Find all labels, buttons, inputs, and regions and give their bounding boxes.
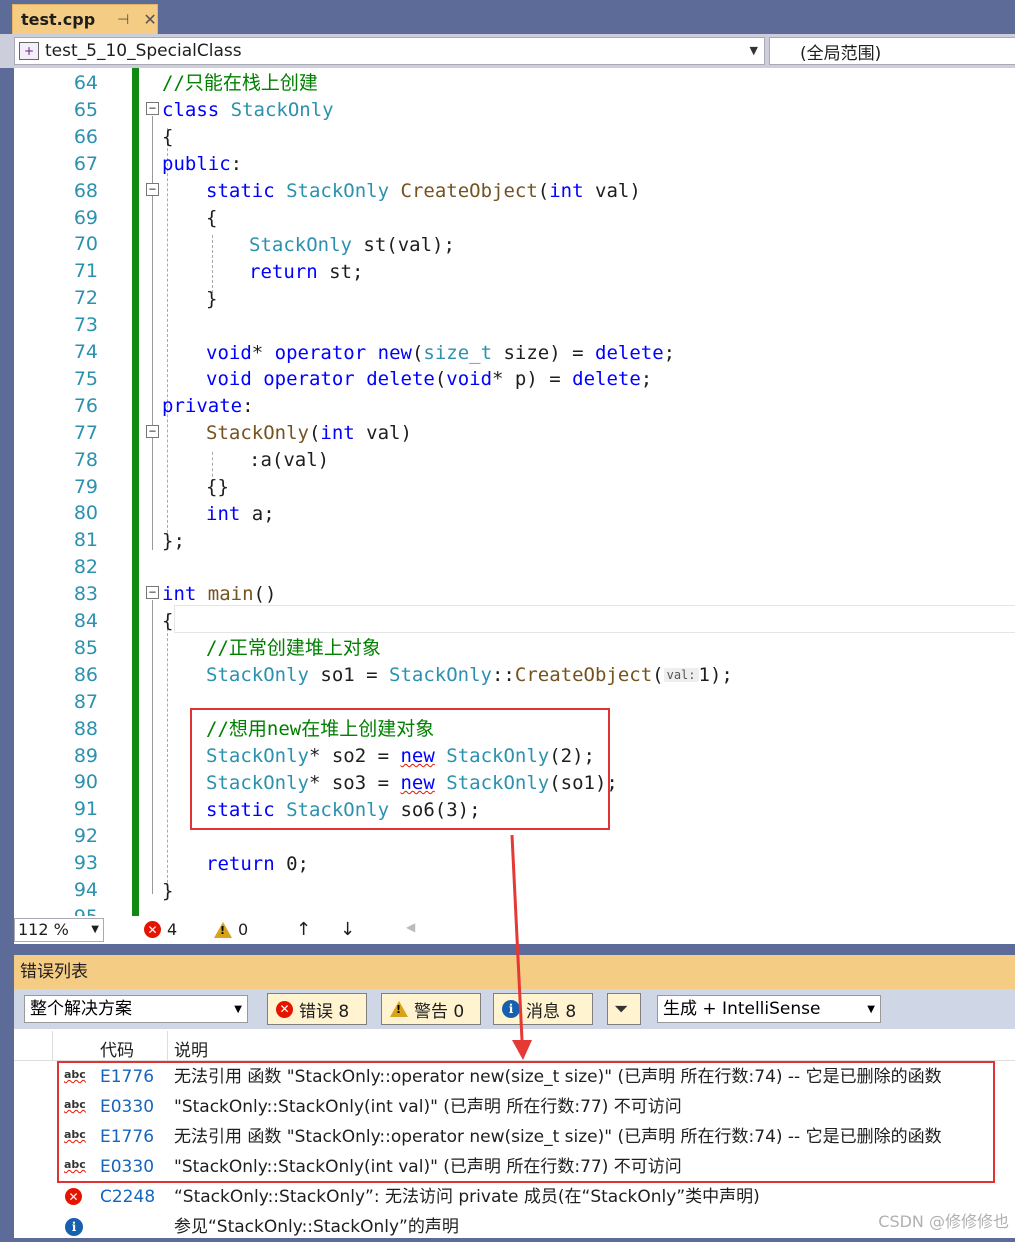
arrow-up-icon[interactable]: ↑ — [296, 919, 311, 940]
scope-dropdown[interactable]: (全局范围) — [769, 37, 1015, 65]
error-list-panel: 错误列表 整个解决方案 ▼ ✕ 错误 8 警告 0 i 消息 8 ⏷ 生成 + … — [14, 955, 1015, 1238]
filter-button[interactable]: ⏷ — [607, 993, 641, 1025]
error-icon: ✕ — [144, 921, 161, 938]
zoom-dropdown[interactable]: 112 % ▼ — [14, 918, 104, 942]
chevron-down-icon: ▼ — [749, 44, 758, 57]
code-line-79: {} — [206, 476, 229, 498]
code-line-68: static StackOnly CreateObject(int val) — [206, 180, 641, 202]
watermark: CSDN @修修修也 — [878, 1212, 1009, 1231]
code-line-85: //正常创建堆上对象 — [206, 637, 381, 659]
line-number: 73 — [73, 314, 98, 337]
code-line-81: }; — [162, 530, 185, 552]
chevron-down-icon: ▼ — [91, 924, 99, 935]
code-line-72: } — [206, 288, 218, 310]
build-source-dropdown[interactable]: 生成 + IntelliSense ▼ — [657, 995, 881, 1023]
code-line-80: int a; — [206, 503, 275, 525]
code-line-67: public: — [162, 153, 243, 175]
error-count-indicator[interactable]: ✕ 4 — [144, 920, 177, 939]
arrow-down-icon[interactable]: ↓ — [340, 919, 355, 940]
tab-filename: test.cpp — [21, 10, 96, 29]
line-number: 95 — [14, 904, 98, 916]
warning-icon — [390, 1001, 408, 1017]
error-code: C2248 — [100, 1187, 156, 1207]
code-line-75: void operator delete(void* p) = delete; — [206, 368, 653, 390]
code-line-74: void* operator new(size_t size) = delete… — [206, 342, 676, 364]
code-line-64: //只能在栈上创建 — [162, 72, 318, 94]
warning-icon — [214, 921, 232, 938]
error-count: 4 — [167, 920, 178, 939]
pin-icon[interactable]: ⊣ — [117, 12, 129, 28]
code-line-69: { — [206, 207, 218, 229]
code-line-70: StackOnly st(val); — [249, 234, 455, 256]
errors-filter-button[interactable]: ✕ 错误 8 — [267, 993, 367, 1025]
build-source-value: 生成 + IntelliSense — [663, 999, 821, 1019]
project-dropdown[interactable]: + test_5_10_SpecialClass ▼ — [14, 37, 765, 65]
column-header-description[interactable]: 说明 — [174, 1036, 208, 1061]
chevron-down-icon: ▼ — [234, 1004, 242, 1015]
code-line-84: { — [162, 610, 174, 632]
column-separator — [52, 1031, 53, 1061]
code-line-94: } — [162, 880, 174, 902]
column-separator — [167, 1031, 168, 1061]
errors-filter-label: 错误 8 — [299, 1001, 350, 1022]
line-number: 92 — [73, 825, 98, 848]
code-line-65: class StackOnly — [162, 99, 334, 121]
messages-filter-label: 消息 8 — [526, 1001, 577, 1022]
scope-filter-value: 整个解决方案 — [30, 999, 132, 1019]
filter-icon: ⏷ — [614, 998, 629, 1020]
close-icon[interactable]: ✕ — [143, 10, 156, 29]
error-row[interactable]: ✕ C2248 “StackOnly::StackOnly”: 无法访问 pri… — [14, 1182, 1015, 1212]
zoom-level: 112 % — [18, 920, 69, 939]
code-line-93: return 0; — [206, 853, 309, 875]
code-line-83: int main() — [162, 583, 277, 605]
code-editor[interactable]: 64 65 66 67 68 69 70 71 72 73 74 75 76 77 78 79 80 81 82 83… — [14, 68, 1015, 916]
code-line-76: private: — [162, 395, 254, 417]
navigation-bar: + test_5_10_SpecialClass ▼ (全局范围) — [0, 34, 1015, 68]
highlight-box-errors — [57, 1061, 995, 1183]
highlight-box-new-attempt — [190, 708, 610, 830]
error-list-header: 代码 说明 — [14, 1031, 1015, 1061]
error-list-toolbar: 整个解决方案 ▼ ✕ 错误 8 警告 0 i 消息 8 ⏷ 生成 + Intel… — [14, 989, 1015, 1029]
project-icon: + — [19, 42, 39, 60]
parameter-hint: val: — [663, 668, 699, 682]
error-icon: ✕ — [276, 1000, 293, 1018]
warning-count-indicator[interactable]: 0 — [214, 920, 248, 939]
code-line-71: return st; — [249, 261, 364, 283]
messages-filter-button[interactable]: i 消息 8 — [493, 993, 593, 1025]
tab-strip: test.cpp ⊣ ✕ — [0, 0, 1015, 34]
code-line-66: { — [162, 126, 174, 148]
code-line-86: StackOnly so1 = StackOnly::CreateObject(… — [206, 664, 733, 686]
line-number: 87 — [73, 690, 98, 713]
scope-name: (全局范围) — [800, 43, 882, 64]
error-list-title: 错误列表 — [14, 955, 1015, 989]
code-line-77: StackOnly(int val) — [206, 422, 412, 444]
info-icon: i — [65, 1218, 83, 1236]
error-description: “StackOnly::StackOnly”: 无法访问 private 成员(… — [174, 1187, 760, 1207]
editor-status-bar: 112 % ▼ ✕ 4 0 ↑ ↓ ◀ — [14, 916, 1015, 944]
line-number: 82 — [73, 556, 98, 579]
chevron-down-icon: ▼ — [867, 1004, 875, 1015]
info-icon: i — [502, 1000, 520, 1018]
code-line-78: :a(val) — [249, 449, 330, 471]
tab-test-cpp[interactable]: test.cpp ⊣ ✕ — [12, 4, 158, 34]
error-icon: ✕ — [65, 1188, 82, 1205]
scroll-left-icon[interactable]: ◀ — [406, 920, 415, 934]
column-header-code[interactable]: 代码 — [100, 1036, 134, 1061]
warnings-filter-label: 警告 0 — [414, 1001, 465, 1022]
warning-count: 0 — [238, 920, 249, 939]
scope-filter-dropdown[interactable]: 整个解决方案 ▼ — [24, 995, 248, 1023]
warnings-filter-button[interactable]: 警告 0 — [381, 993, 481, 1025]
project-name: test_5_10_SpecialClass — [45, 41, 242, 61]
